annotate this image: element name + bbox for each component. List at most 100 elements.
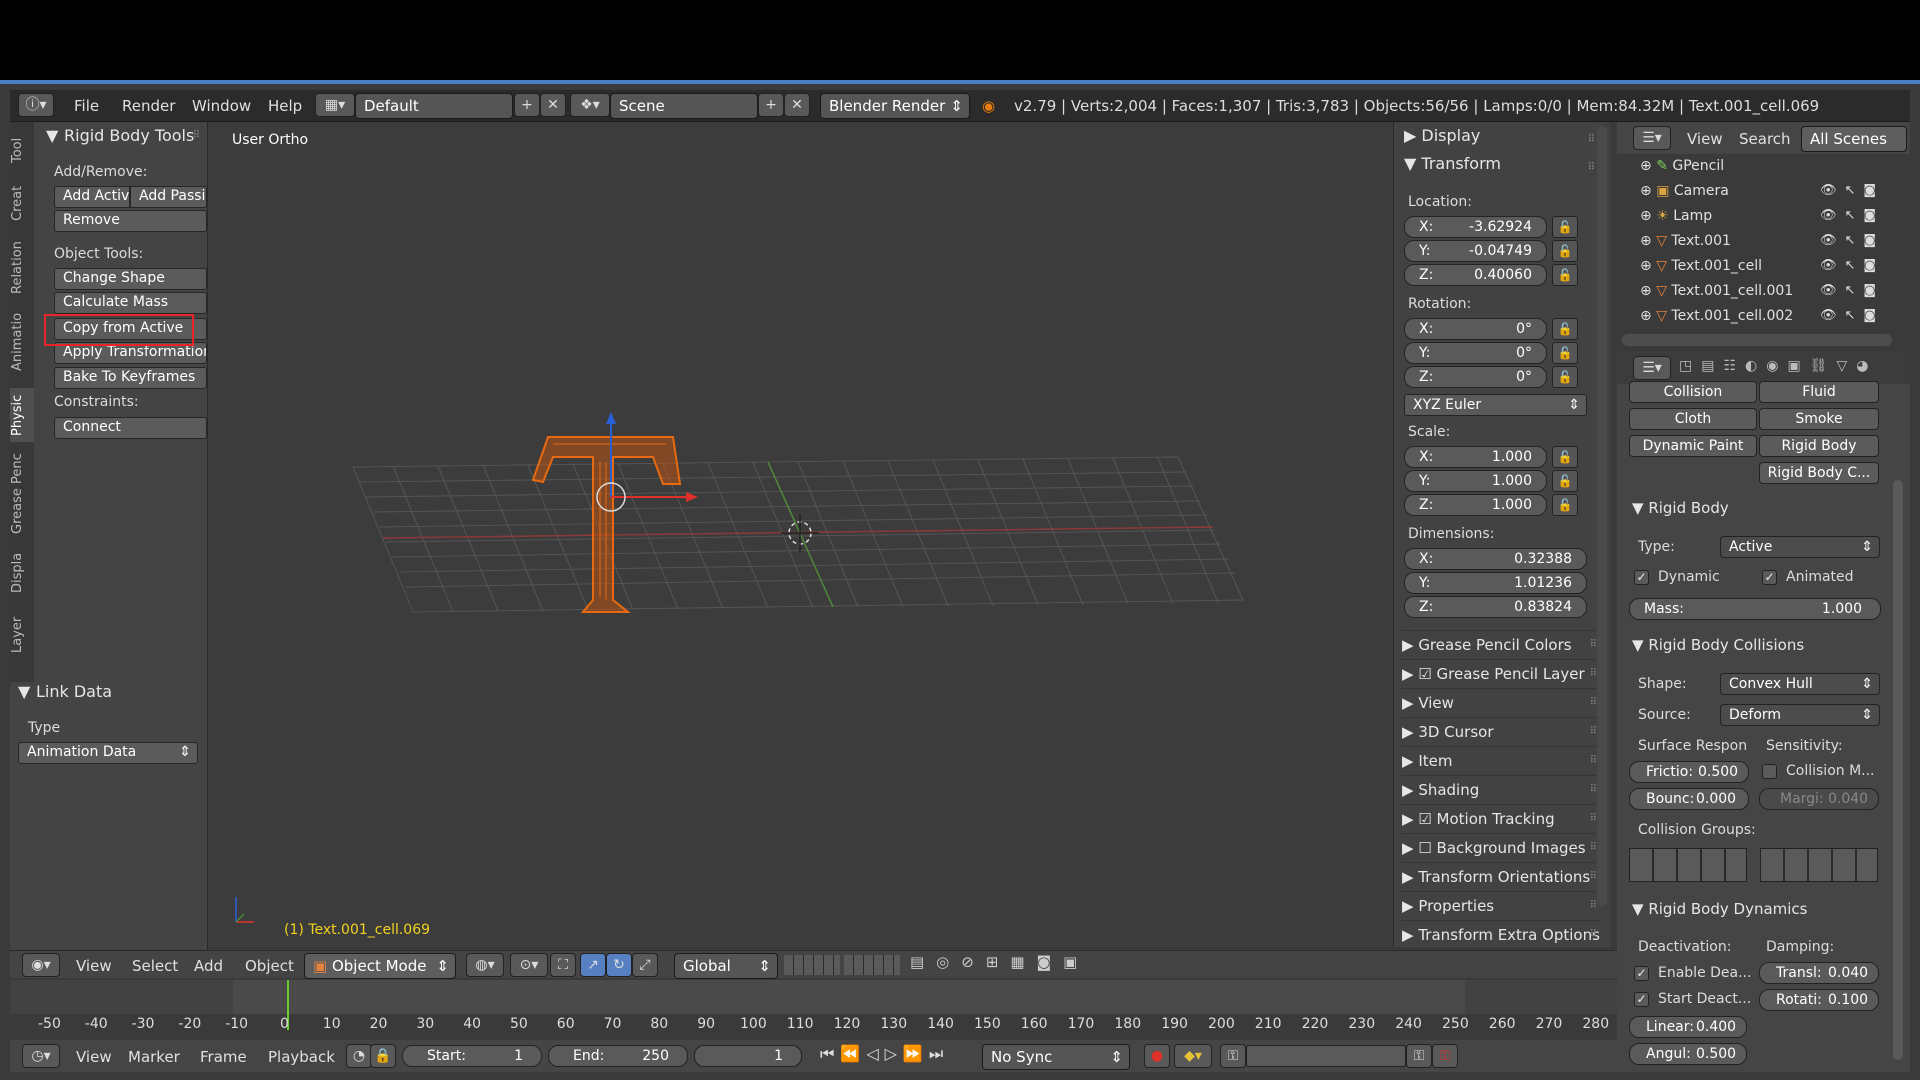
tab-layer[interactable]: Layer [10,612,34,658]
lock-icon[interactable]: 🔓 [1552,240,1578,262]
end-frame-field[interactable]: End: 250 [548,1045,688,1067]
bounce-field[interactable]: Bounc: 0.000 [1629,788,1749,810]
properties-scrollbar[interactable] [1893,480,1903,1060]
lock-icon[interactable]: 🔓 [1552,264,1578,286]
panel-grip-icon[interactable]: ⠿ [1588,162,1595,173]
linear-velocity-field[interactable]: Linear: 0.400 [1629,1016,1747,1038]
3d-cursor-section[interactable]: ▶ 3D Cursor ⠿ [1402,717,1602,745]
tab-physics[interactable]: Physic [10,388,34,442]
outliner-view-menu[interactable]: View [1687,130,1723,148]
delete-scene-icon[interactable]: ✕ [784,93,810,117]
visibility-icons[interactable]: 👁↖◙ [1820,208,1900,223]
panel-grip-icon[interactable]: ⠿ [1590,784,1597,795]
bake-to-keyframes-button[interactable]: Bake To Keyframes [54,367,207,389]
scene-icon[interactable]: ❖▾ [570,93,610,117]
scale-z-field[interactable]: Z: 1.000 [1404,494,1547,516]
display-section[interactable]: ▶ Display ⠿ [1404,126,1600,145]
delete-keyframe-icon[interactable]: ⚿ [1432,1044,1458,1068]
menu-view[interactable]: View [76,957,112,975]
add-layout-icon[interactable]: + [514,93,540,117]
timeline-menu-playback[interactable]: Playback [268,1048,335,1066]
collision-groups-grid-left[interactable] [1629,848,1747,882]
menu-file[interactable]: File [74,97,99,115]
lock-range-icon[interactable]: 🔒 [370,1044,396,1068]
lock-icon[interactable]: 🔓 [1552,216,1578,238]
location-z-field[interactable]: Z: 0.40060 [1404,264,1547,286]
smoke-button[interactable]: Smoke [1759,408,1879,430]
panel-grip-icon[interactable]: ⠿ [1590,697,1597,708]
tab-relations[interactable]: Relation [10,234,34,302]
fluid-button[interactable]: Fluid [1759,381,1879,403]
rigid-body-button[interactable]: Rigid Body [1759,435,1879,457]
visibility-icons[interactable]: 👁↖◙ [1820,233,1900,248]
dynamic-paint-button[interactable]: Dynamic Paint [1629,435,1757,457]
timeline-menu-view[interactable]: View [76,1048,112,1066]
insert-keyframe-icon[interactable]: ⚿ [1406,1044,1432,1068]
manipulator-z-head[interactable] [606,412,616,424]
collision-margin-checkbox[interactable] [1762,764,1777,779]
menu-render[interactable]: Render [122,97,175,115]
manipulator-x-head[interactable] [686,492,698,502]
cloth-button[interactable]: Cloth [1629,408,1757,430]
menu-object[interactable]: Object [245,957,294,975]
visibility-icons[interactable]: 👁↖◙ [1820,258,1900,273]
friction-field[interactable]: Frictio: 0.500 [1629,761,1749,783]
menu-add[interactable]: Add [194,957,223,975]
collision-button[interactable]: Collision [1629,381,1757,403]
panel-grip-icon[interactable]: ⠿ [1590,842,1597,853]
dimensions-x-field[interactable]: X: 0.32388 [1404,548,1587,570]
keying-set-field[interactable] [1246,1045,1406,1067]
rotation-damping-field[interactable]: Rotati: 0.100 [1759,989,1879,1011]
start-frame-field[interactable]: Start: 1 [402,1045,542,1067]
panel-grip-icon[interactable]: ⠿ [193,130,200,141]
item-section[interactable]: ▶ Item ⠿ [1402,746,1602,774]
transform-extra-options-section[interactable]: ▶ Transform Extra Options ⠿ [1402,920,1602,948]
properties-context-tabs[interactable]: ◳▤☷◐◉▣⛓▽◕ [1679,358,1877,374]
mass-field[interactable]: Mass: 1.000 [1629,598,1881,620]
manipulator-toggle-icon[interactable]: ⛶ [550,953,576,977]
lock-icon[interactable]: 🔓 [1552,366,1578,388]
dimensions-z-field[interactable]: Z: 0.83824 [1404,596,1587,618]
translation-damping-field[interactable]: Transl: 0.040 [1759,962,1879,984]
editor-type-3d-icon[interactable]: ◉▾ [22,953,60,977]
rigid-body-type-dropdown[interactable]: Active ⇕ [1720,536,1880,558]
grease-pencil-colors-section[interactable]: ▶ Grease Pencil Colors ⠿ [1402,630,1602,658]
outliner-item-camera[interactable]: ⊕ ▣ Camera [1640,183,1729,207]
add-scene-icon[interactable]: + [758,93,784,117]
npanel-scrollbar[interactable] [1597,126,1607,906]
screen-layout-field[interactable]: Default [355,93,513,119]
motion-tracking-section[interactable]: ▶ ☑ Motion Tracking ⠿ [1402,804,1602,832]
rigid-body-collisions-header[interactable]: ▼ Rigid Body Collisions [1632,636,1804,654]
view-section[interactable]: ▶ View ⠿ [1402,688,1602,716]
outliner-item-gpencil[interactable]: ⊕ ✎ GPencil [1640,158,1724,182]
calculate-mass-button[interactable]: Calculate Mass [54,292,207,314]
dynamic-checkbox[interactable]: ✓ [1634,570,1649,585]
playback-controls[interactable]: ⏮⏪◁▷⏩⏭ [820,1044,949,1064]
screen-layout-icon[interactable]: ▦▾ [315,93,355,117]
sync-dropdown[interactable]: No Sync ⇕ [982,1044,1130,1070]
panel-grip-icon[interactable]: ⠿ [1590,929,1597,940]
panel-grip-icon[interactable]: ⠿ [1590,726,1597,737]
location-x-field[interactable]: X: -3.62924 [1404,216,1547,238]
timeline-menu-frame[interactable]: Frame [200,1048,247,1066]
rotate-manipulator-icon[interactable]: ↻ [606,953,632,977]
keying-set-icon[interactable]: ⚿ [1220,1044,1246,1068]
3d-cursor-icon[interactable] [781,514,819,552]
visibility-icons[interactable]: 👁↖◙ [1820,283,1900,298]
outliner-search-menu[interactable]: Search [1739,130,1791,148]
outliner-item-text001[interactable]: ⊕ ▽ Text.001 [1640,233,1731,257]
rigid-body-dynamics-header[interactable]: ▼ Rigid Body Dynamics [1632,900,1807,918]
shading-section[interactable]: ▶ Shading ⠿ [1402,775,1602,803]
editor-type-timeline-icon[interactable]: ◷▾ [22,1044,60,1068]
tab-display[interactable]: Displa [10,548,34,598]
source-dropdown[interactable]: Deform ⇕ [1720,704,1880,726]
properties-section[interactable]: ▶ Properties ⠿ [1402,891,1602,919]
remove-button[interactable]: Remove [54,210,207,232]
menu-window[interactable]: Window [192,97,251,115]
lock-icon[interactable]: 🔓 [1552,494,1578,516]
tab-animation[interactable]: Animatio [10,308,34,376]
angular-velocity-field[interactable]: Angul: 0.500 [1629,1043,1747,1065]
panel-grip-icon[interactable]: ⠿ [1588,134,1595,145]
transform-orientations-section[interactable]: ▶ Transform Orientations ⠿ [1402,862,1602,890]
shape-dropdown[interactable]: Convex Hull ⇕ [1720,673,1880,695]
